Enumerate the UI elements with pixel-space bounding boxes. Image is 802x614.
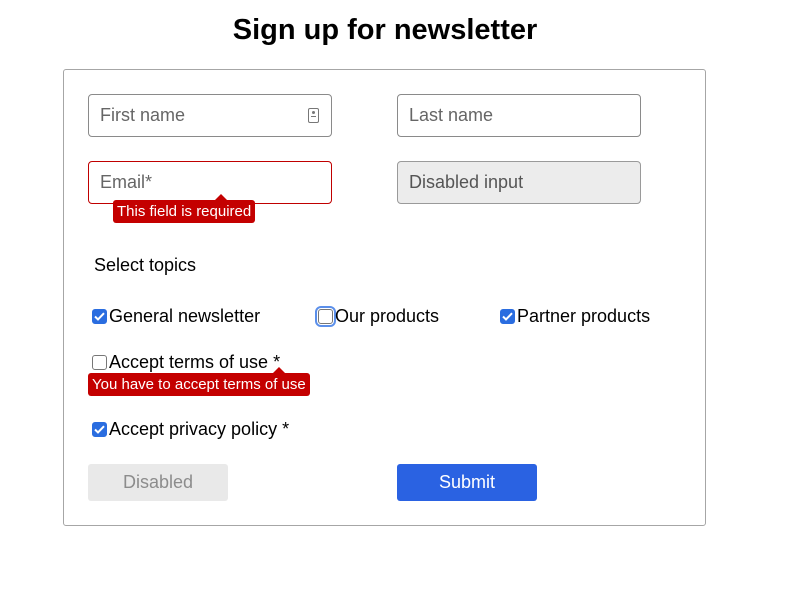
last-name-input[interactable]: Last name	[397, 94, 641, 137]
last-name-placeholder: Last name	[409, 105, 494, 125]
topic-our-products[interactable]: Our products	[315, 306, 440, 327]
checkbox-checked-icon[interactable]	[92, 309, 107, 324]
topic-partner-products[interactable]: Partner products	[500, 306, 650, 327]
checkbox-checked-icon[interactable]	[92, 422, 107, 437]
checkbox-unchecked-icon[interactable]	[92, 355, 107, 370]
topic-label: Our products	[335, 306, 440, 326]
contact-card-icon[interactable]	[308, 108, 319, 123]
checkbox-unchecked-icon[interactable]	[315, 306, 336, 327]
page-title: Sign up for newsletter	[232, 14, 538, 46]
select-topics-label: Select topics	[94, 255, 197, 275]
topic-label: Partner products	[517, 306, 651, 326]
terms-label: Accept terms of use *	[109, 352, 281, 372]
email-input[interactable]: Email*	[88, 161, 332, 204]
disabled-input: Disabled input	[397, 161, 641, 204]
submit-button[interactable]: Submit	[397, 464, 537, 501]
first-name-placeholder: First name	[100, 105, 186, 125]
email-placeholder: Email*	[100, 172, 153, 192]
disabled-button: Disabled	[88, 464, 228, 501]
email-error-tooltip: This field is required	[113, 194, 256, 223]
checkbox-checked-icon[interactable]	[500, 309, 515, 324]
signup-form: First name Last name Email* This field i…	[63, 69, 706, 526]
accept-terms-checkbox[interactable]: Accept terms of use *	[92, 352, 280, 373]
topic-label: General newsletter	[109, 306, 261, 326]
first-name-input[interactable]: First name	[88, 94, 332, 137]
topic-general-newsletter[interactable]: General newsletter	[92, 306, 260, 327]
accept-privacy-checkbox[interactable]: Accept privacy policy *	[92, 419, 289, 440]
disabled-input-placeholder: Disabled input	[409, 172, 524, 192]
privacy-label: Accept privacy policy *	[109, 419, 290, 439]
terms-error-tooltip: You have to accept terms of use	[88, 367, 310, 396]
